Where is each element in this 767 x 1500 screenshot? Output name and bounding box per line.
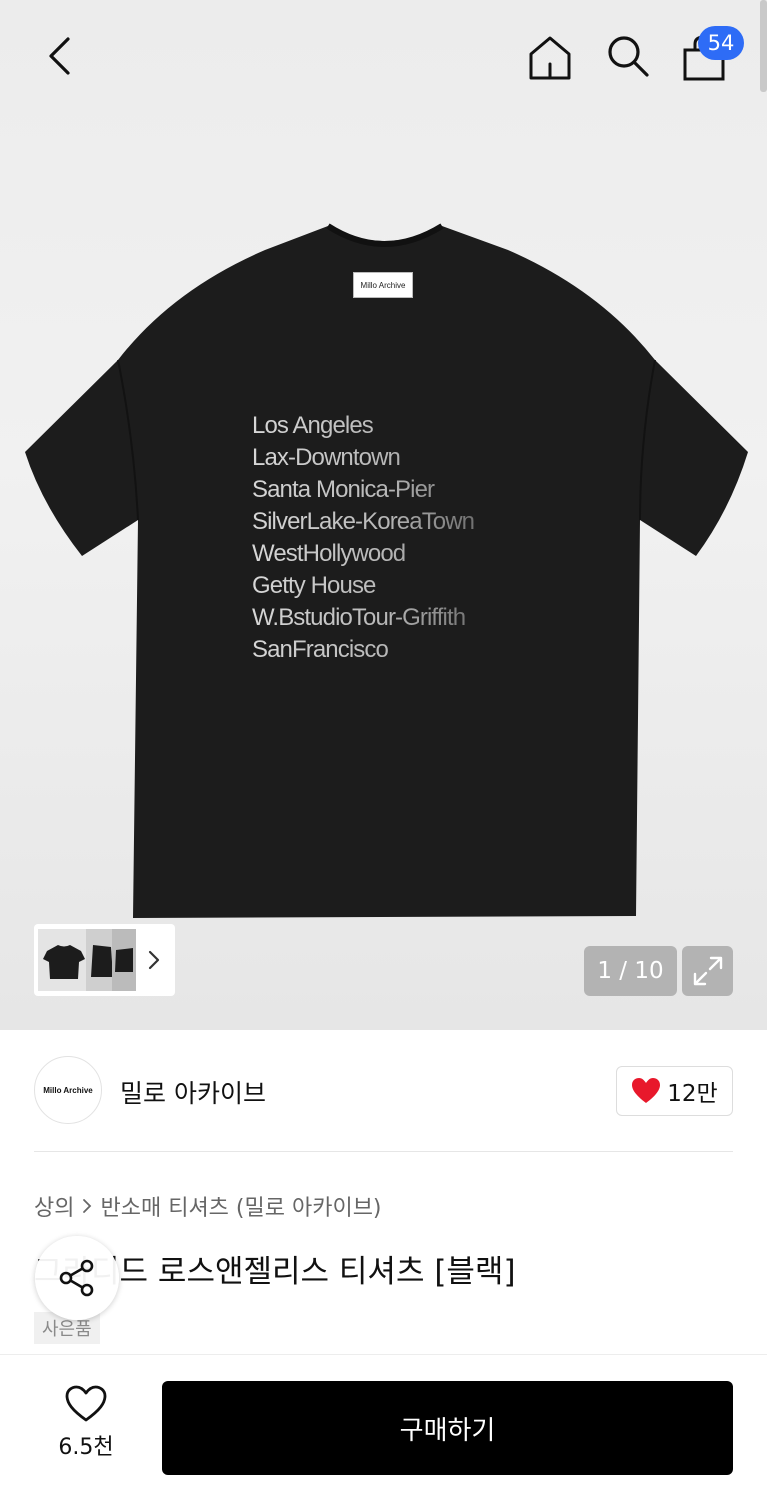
search-button[interactable]	[598, 26, 658, 86]
cart-count-badge: 54	[698, 26, 744, 60]
home-icon	[529, 36, 571, 80]
wishlist-button[interactable]: 6.5천	[40, 1385, 132, 1471]
tshirt-print-text: Los Angeles Lax-Downtown Santa Monica-Pi…	[252, 410, 552, 666]
image-page-counter: 1 / 10	[584, 946, 677, 996]
tshirt-thumbnail-icon	[115, 948, 133, 972]
print-line: W.BstudioTour-Griffith	[252, 602, 552, 634]
chevron-right-icon	[83, 1199, 92, 1213]
heart-filled-icon	[632, 1078, 661, 1103]
divider	[34, 1151, 733, 1152]
tshirt-thumbnail-icon	[43, 945, 85, 979]
buy-button[interactable]: 구매하기	[162, 1381, 733, 1475]
breadcrumb-category[interactable]: 상의	[34, 1190, 74, 1222]
scrollbar[interactable]	[760, 0, 767, 92]
clothing-tag: Millo Archive	[353, 272, 413, 298]
chevron-left-icon	[49, 37, 70, 75]
product-image-area[interactable]: Millo Archive Los Angeles Lax-Downtown S…	[0, 0, 767, 1030]
top-navigation-bar: 54	[0, 0, 767, 110]
brand-like-count: 12만	[667, 1081, 718, 1107]
print-line: WestHollywood	[252, 538, 552, 570]
breadcrumb-subcategory[interactable]: 반소매 티셔츠 (밀로 아카이브)	[100, 1190, 381, 1222]
heart-outline-icon	[65, 1385, 107, 1422]
breadcrumb: 상의 반소매 티셔츠 (밀로 아카이브)	[34, 1190, 382, 1222]
thumbnail-image[interactable]	[112, 929, 136, 991]
tshirt-thumbnail-icon	[91, 945, 113, 977]
print-line: Santa Monica-Pier	[252, 474, 552, 506]
brand-logo[interactable]: Millo Archive	[34, 1056, 102, 1124]
wishlist-count: 6.5천	[58, 1435, 114, 1460]
brand-name[interactable]: 밀로 아카이브	[120, 1074, 266, 1110]
expand-icon	[693, 956, 722, 986]
chevron-right-icon	[148, 950, 160, 970]
thumbnail-strip[interactable]	[34, 924, 175, 996]
print-line: Getty House	[252, 570, 552, 602]
print-line: SanFrancisco	[252, 634, 552, 666]
print-line: SilverLake-KoreaTown	[252, 506, 552, 538]
search-icon	[608, 36, 649, 77]
print-line: Lax-Downtown	[252, 442, 552, 474]
share-icon	[59, 1259, 94, 1297]
brand-like-button[interactable]: 12만	[616, 1066, 733, 1116]
back-button[interactable]	[28, 28, 92, 84]
share-button[interactable]	[35, 1236, 119, 1320]
print-line: Los Angeles	[252, 410, 552, 442]
expand-image-button[interactable]	[682, 946, 733, 996]
bottom-action-bar: 6.5천 구매하기	[0, 1354, 767, 1500]
thumbnail-image[interactable]	[38, 929, 90, 991]
brand-row: Millo Archive 밀로 아카이브 12만	[34, 1056, 733, 1126]
home-button[interactable]	[520, 28, 580, 88]
